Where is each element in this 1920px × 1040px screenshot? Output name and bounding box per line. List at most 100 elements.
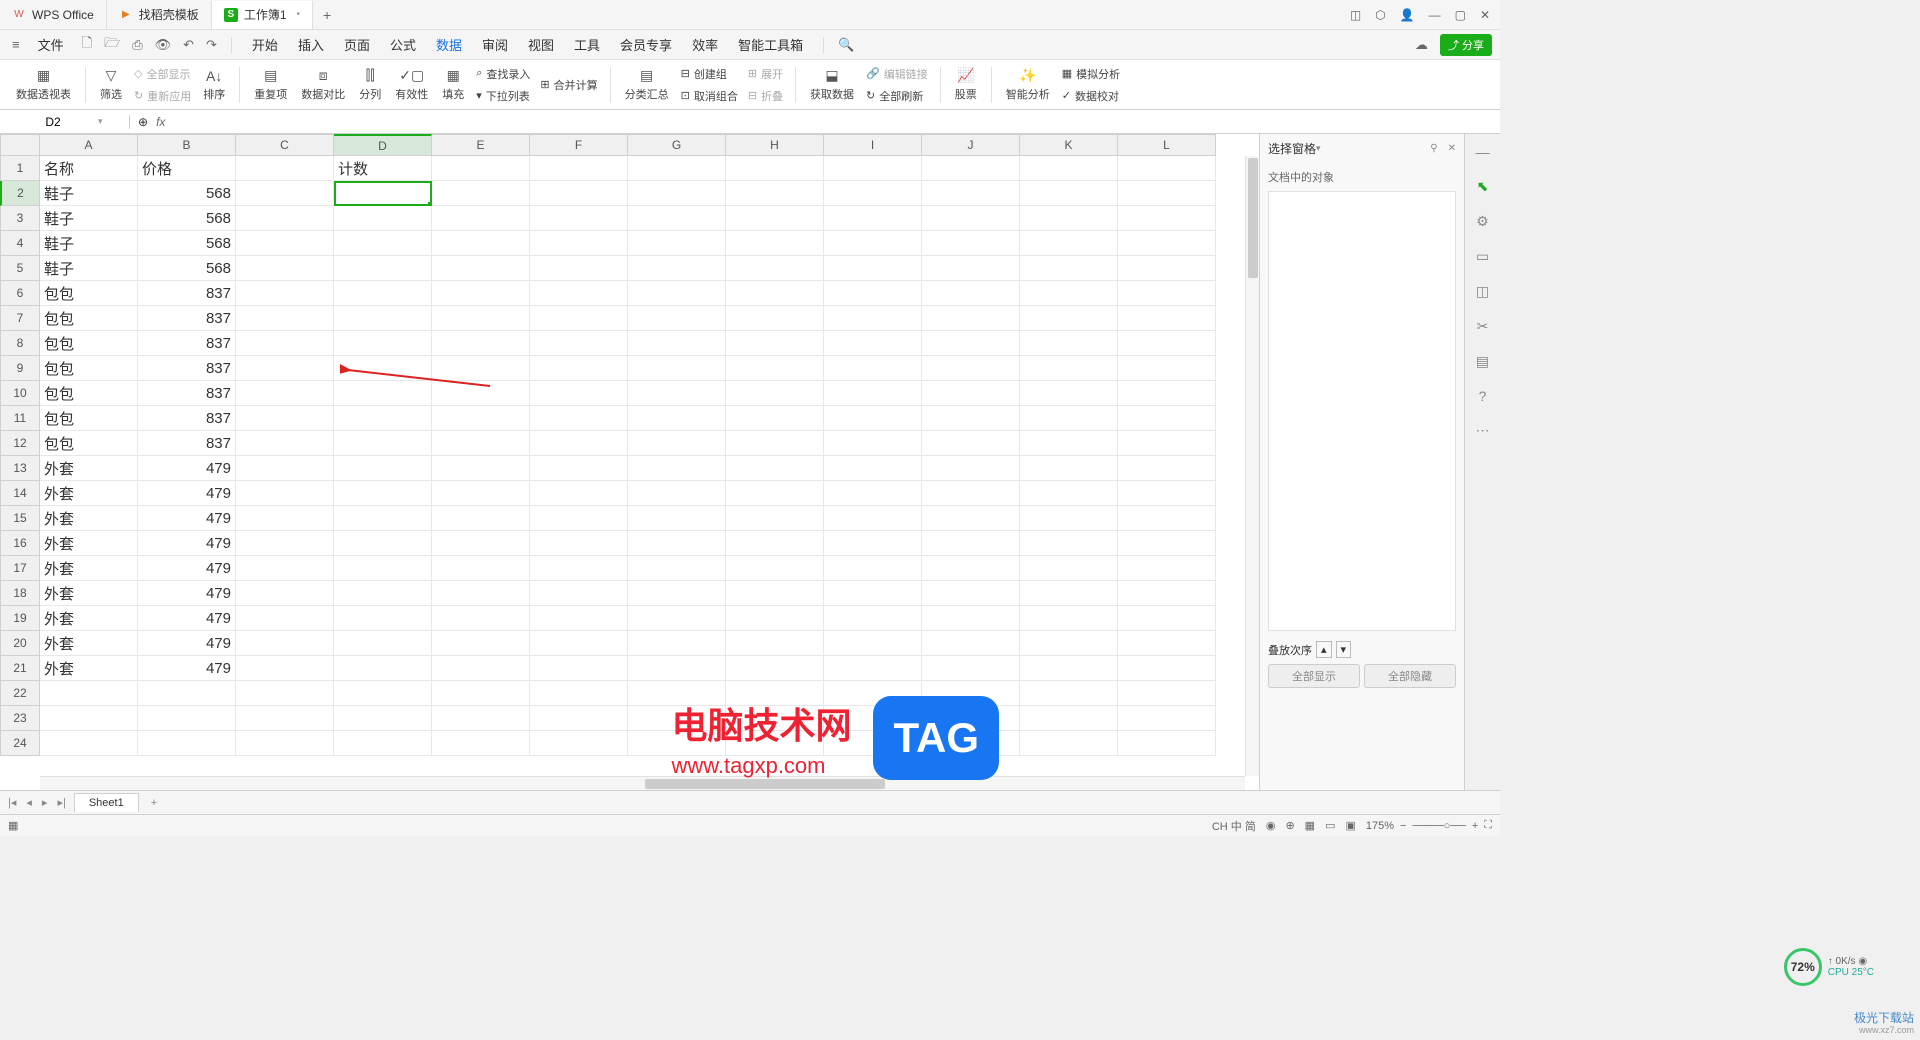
cell[interactable] bbox=[40, 681, 138, 706]
col-header[interactable]: E bbox=[432, 134, 530, 156]
cell[interactable] bbox=[628, 731, 726, 756]
menu-审阅[interactable]: 审阅 bbox=[472, 34, 518, 57]
cell[interactable] bbox=[922, 631, 1020, 656]
cell[interactable] bbox=[236, 181, 334, 206]
row-header[interactable]: 17 bbox=[0, 556, 40, 581]
cell[interactable] bbox=[628, 456, 726, 481]
horizontal-scrollbar[interactable] bbox=[40, 776, 1245, 790]
cell[interactable] bbox=[824, 631, 922, 656]
cell[interactable] bbox=[236, 381, 334, 406]
showall-button[interactable]: 全部显示 bbox=[1268, 664, 1360, 688]
cell[interactable] bbox=[726, 656, 824, 681]
cell[interactable] bbox=[824, 656, 922, 681]
showall-button[interactable]: ◇全部显示 bbox=[130, 64, 195, 84]
cell[interactable] bbox=[236, 306, 334, 331]
cell[interactable]: 837 bbox=[138, 406, 236, 431]
formula-input[interactable] bbox=[173, 115, 1492, 129]
cell[interactable] bbox=[432, 206, 530, 231]
cell[interactable] bbox=[1118, 706, 1216, 731]
cell[interactable]: 包包 bbox=[40, 406, 138, 431]
cell[interactable] bbox=[1020, 431, 1118, 456]
cell[interactable] bbox=[236, 506, 334, 531]
cell[interactable] bbox=[530, 231, 628, 256]
col-header[interactable]: J bbox=[922, 134, 1020, 156]
cell[interactable] bbox=[628, 281, 726, 306]
row-header[interactable]: 5 bbox=[0, 256, 40, 281]
menu-智能工具箱[interactable]: 智能工具箱 bbox=[728, 34, 813, 57]
cell[interactable] bbox=[432, 506, 530, 531]
minimize-button[interactable]: — bbox=[1429, 8, 1441, 22]
cell[interactable] bbox=[530, 156, 628, 181]
cell[interactable] bbox=[824, 256, 922, 281]
cell[interactable] bbox=[432, 656, 530, 681]
cell[interactable] bbox=[334, 431, 432, 456]
tab-wps[interactable]: W WPS Office bbox=[0, 1, 107, 29]
cell[interactable]: 479 bbox=[138, 656, 236, 681]
cell[interactable] bbox=[922, 181, 1020, 206]
row-header[interactable]: 24 bbox=[0, 731, 40, 756]
cell[interactable] bbox=[824, 606, 922, 631]
pin-icon[interactable]: ⚲ bbox=[1430, 143, 1437, 154]
cell[interactable] bbox=[1020, 531, 1118, 556]
col-header[interactable]: H bbox=[726, 134, 824, 156]
zoom-in[interactable]: + bbox=[1472, 820, 1478, 832]
cell[interactable] bbox=[726, 281, 824, 306]
cell[interactable] bbox=[236, 256, 334, 281]
subtotal-button[interactable]: ▤分类汇总 bbox=[619, 65, 675, 104]
cell[interactable] bbox=[530, 281, 628, 306]
cell[interactable] bbox=[1118, 356, 1216, 381]
zoom-out[interactable]: − bbox=[1400, 820, 1406, 832]
row-header[interactable]: 19 bbox=[0, 606, 40, 631]
cell[interactable] bbox=[726, 581, 824, 606]
cell[interactable] bbox=[1118, 206, 1216, 231]
cell[interactable] bbox=[824, 456, 922, 481]
cell[interactable] bbox=[1118, 456, 1216, 481]
cell[interactable] bbox=[1118, 381, 1216, 406]
cell[interactable] bbox=[824, 156, 922, 181]
cell[interactable] bbox=[1118, 306, 1216, 331]
split-button[interactable]: ⫿⫿分列 bbox=[353, 65, 387, 104]
cell[interactable] bbox=[726, 206, 824, 231]
cell[interactable] bbox=[1020, 406, 1118, 431]
cell[interactable] bbox=[530, 656, 628, 681]
cell[interactable]: 外套 bbox=[40, 506, 138, 531]
cell[interactable] bbox=[1020, 256, 1118, 281]
consolidate-button[interactable]: ⊞合并计算 bbox=[536, 75, 601, 95]
cell[interactable] bbox=[824, 681, 922, 706]
cell[interactable] bbox=[432, 431, 530, 456]
row-header[interactable]: 3 bbox=[0, 206, 40, 231]
menu-效率[interactable]: 效率 bbox=[682, 34, 728, 57]
col-header[interactable]: C bbox=[236, 134, 334, 156]
cell[interactable] bbox=[334, 181, 432, 206]
cell[interactable] bbox=[922, 306, 1020, 331]
cell[interactable] bbox=[922, 331, 1020, 356]
nav-next[interactable]: ▸ bbox=[40, 796, 50, 809]
cell[interactable] bbox=[726, 606, 824, 631]
cell[interactable] bbox=[530, 356, 628, 381]
forecast-button[interactable]: ▦模拟分析 bbox=[1058, 64, 1124, 84]
cell[interactable] bbox=[334, 406, 432, 431]
cell[interactable] bbox=[628, 706, 726, 731]
cell[interactable] bbox=[726, 631, 824, 656]
fx-icon[interactable]: fx bbox=[156, 115, 165, 129]
col-header[interactable]: G bbox=[628, 134, 726, 156]
cell[interactable] bbox=[1118, 406, 1216, 431]
cell[interactable] bbox=[726, 556, 824, 581]
cell[interactable] bbox=[432, 381, 530, 406]
maximize-button[interactable]: ▢ bbox=[1455, 8, 1466, 22]
cell[interactable]: 名称 bbox=[40, 156, 138, 181]
cell[interactable] bbox=[530, 306, 628, 331]
cell[interactable] bbox=[334, 381, 432, 406]
cell[interactable] bbox=[726, 531, 824, 556]
mode-icon[interactable]: ▦ bbox=[8, 819, 18, 832]
select-all[interactable] bbox=[0, 134, 40, 156]
cell[interactable] bbox=[334, 306, 432, 331]
cell[interactable] bbox=[726, 481, 824, 506]
namebox-input[interactable] bbox=[8, 115, 98, 129]
cell[interactable] bbox=[138, 681, 236, 706]
cell[interactable] bbox=[824, 331, 922, 356]
cell[interactable] bbox=[432, 606, 530, 631]
getdata-button[interactable]: ⬓获取数据 bbox=[804, 65, 860, 104]
cell[interactable] bbox=[1118, 731, 1216, 756]
cell[interactable] bbox=[628, 481, 726, 506]
